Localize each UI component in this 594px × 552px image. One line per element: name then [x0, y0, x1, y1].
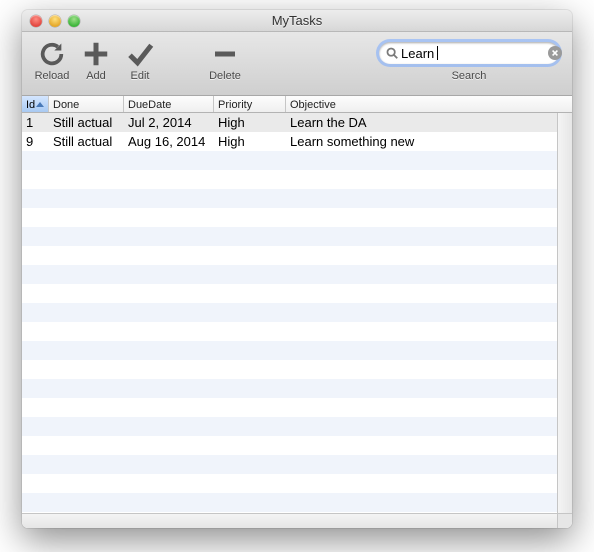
sort-ascending-icon	[36, 102, 44, 107]
window-title: MyTasks	[22, 13, 572, 28]
cell-done: Still actual	[49, 134, 124, 149]
reload-icon	[36, 38, 68, 70]
table-row[interactable]: 9Still actualAug 16, 2014HighLearn somet…	[22, 132, 572, 151]
search-input[interactable]	[399, 46, 548, 61]
add-label: Add	[86, 70, 106, 82]
cell-objective: Learn the DA	[286, 115, 572, 130]
column-header-objective[interactable]: Objective	[286, 96, 572, 112]
cell-duedate: Jul 2, 2014	[124, 115, 214, 130]
cell-objective: Learn something new	[286, 134, 572, 149]
delete-button[interactable]: Delete	[202, 38, 248, 82]
cell-priority: High	[214, 134, 286, 149]
edit-label: Edit	[131, 70, 150, 82]
window-controls	[22, 15, 80, 27]
empty-row	[22, 455, 572, 474]
empty-row	[22, 170, 572, 189]
cell-id: 1	[22, 115, 49, 130]
empty-row	[22, 360, 572, 379]
add-button[interactable]: Add	[74, 38, 118, 82]
cell-done: Still actual	[49, 115, 124, 130]
column-header-duedate[interactable]: DueDate	[124, 96, 214, 112]
titlebar: MyTasks	[22, 10, 572, 32]
empty-row	[22, 189, 572, 208]
column-header-priority[interactable]: Priority	[214, 96, 286, 112]
cell-id: 9	[22, 134, 49, 149]
empty-row	[22, 227, 572, 246]
scroll-corner	[557, 513, 572, 528]
table-body[interactable]: 1Still actualJul 2, 2014HighLearn the DA…	[22, 113, 572, 528]
empty-row	[22, 417, 572, 436]
table-row[interactable]: 1Still actualJul 2, 2014HighLearn the DA	[22, 113, 572, 132]
column-header-duedate-label: DueDate	[128, 99, 171, 111]
reload-label: Reload	[35, 70, 70, 82]
search-label: Search	[452, 70, 487, 82]
empty-row	[22, 322, 572, 341]
empty-row	[22, 151, 572, 170]
search-field[interactable]	[379, 42, 559, 64]
clear-search-button[interactable]	[548, 46, 562, 60]
plus-icon	[80, 38, 112, 70]
empty-row	[22, 284, 572, 303]
empty-row	[22, 265, 572, 284]
empty-row	[22, 379, 572, 398]
column-header-objective-label: Objective	[290, 99, 336, 111]
reload-button[interactable]: Reload	[30, 38, 74, 82]
edit-button[interactable]: Edit	[118, 38, 162, 82]
empty-row	[22, 493, 572, 512]
cell-priority: High	[214, 115, 286, 130]
table-header: Id Done DueDate Priority Objective	[22, 96, 572, 113]
vertical-scrollbar[interactable]	[557, 113, 572, 513]
window: MyTasks Reload Add	[22, 10, 572, 528]
empty-row	[22, 436, 572, 455]
search-group: Search	[376, 38, 562, 82]
zoom-button[interactable]	[68, 15, 80, 27]
close-button[interactable]	[30, 15, 42, 27]
minus-icon	[209, 38, 241, 70]
empty-row	[22, 398, 572, 417]
empty-row	[22, 474, 572, 493]
search-icon	[385, 46, 399, 60]
checkmark-icon	[124, 38, 156, 70]
empty-row	[22, 341, 572, 360]
column-header-id-label: Id	[26, 99, 35, 111]
column-header-done-label: Done	[53, 99, 79, 111]
minimize-button[interactable]	[49, 15, 61, 27]
delete-label: Delete	[209, 70, 241, 82]
column-header-id[interactable]: Id	[22, 96, 49, 112]
cell-duedate: Aug 16, 2014	[124, 134, 214, 149]
column-header-done[interactable]: Done	[49, 96, 124, 112]
empty-row	[22, 208, 572, 227]
horizontal-scrollbar[interactable]	[22, 513, 557, 528]
text-caret	[437, 46, 438, 60]
column-header-priority-label: Priority	[218, 99, 252, 111]
empty-row	[22, 303, 572, 322]
empty-row	[22, 246, 572, 265]
toolbar: Reload Add Edit	[22, 32, 572, 96]
